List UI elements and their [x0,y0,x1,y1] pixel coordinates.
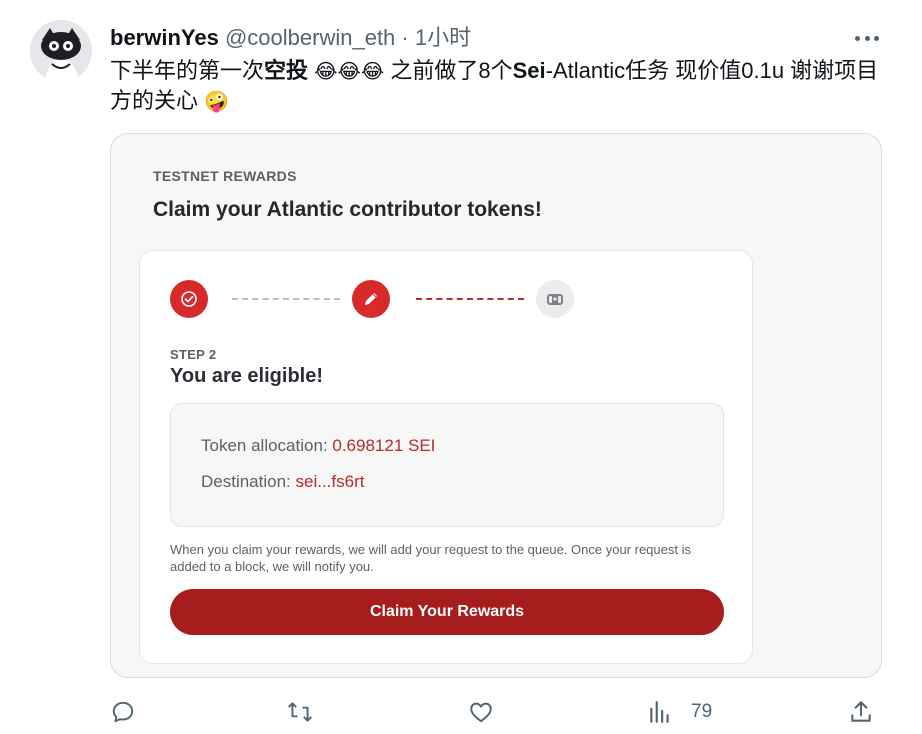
step-1-complete [170,280,208,318]
like-button[interactable] [468,698,494,726]
share-icon [851,701,871,722]
claim-rewards-button[interactable]: Claim Your Rewards [170,589,724,635]
user-handle[interactable]: @coolberwin_eth [225,25,395,50]
cat-avatar-icon [30,20,92,82]
queue-notice: When you claim your rewards, we will add… [170,542,691,574]
allocation-row: Token allocation: 0.698121 SEI [201,436,435,456]
treasure-chest-icon [547,294,563,305]
step-connector-active [416,298,524,300]
retweet-icon [288,702,312,722]
timestamp[interactable]: 1小时 [415,25,471,50]
eligibility-details: Token allocation: 0.698121 SEI Destinati… [170,403,724,527]
allocation-value: 0.698121 SEI [332,436,436,455]
tweet-header: berwinYes @coolberwin_eth · 1小时 [110,24,471,52]
step-3-pending [536,280,574,318]
views-button[interactable]: 79 [647,698,712,726]
heart-icon [470,702,492,723]
embedded-image-card[interactable]: TESTNET REWARDS Claim your Atlantic cont… [110,133,882,678]
allocation-label: Token allocation: [201,436,333,455]
separator-dot: · [401,25,409,50]
text-bold: 空投 [264,58,309,83]
pencil-icon [365,293,377,305]
more-dot-icon [864,35,870,41]
tweet-text: 下半年的第一次空投 😂😂😂 之前做了8个Sei-Atlantic任务 现价值0.… [110,56,900,116]
claim-panel: STEP 2 You are eligible! Token allocatio… [139,250,753,664]
card-title: Claim your Atlantic contributor tokens! [153,198,542,221]
zany-emoji: 🤪 [204,89,230,113]
avatar[interactable] [30,20,92,82]
reply-icon [112,701,134,723]
destination-row: Destination: sei...fs6rt [201,472,364,492]
step-label: STEP 2 [170,347,217,362]
text-part: 之前做了8个 [384,58,513,83]
check-icon [181,291,197,307]
step-connector [232,298,340,300]
text-part: 下半年的第一次 [110,58,265,83]
laugh-emoji: 😂😂😂 [314,59,385,83]
more-dot-icon [855,35,860,41]
reply-button[interactable] [110,698,136,726]
destination-label: Destination: [201,472,296,491]
views-chart-icon [650,701,669,723]
destination-value: sei...fs6rt [295,472,365,491]
more-options-button[interactable] [852,26,882,50]
text-bold: Sei [512,58,546,83]
more-dot-icon [874,35,879,41]
step-2-current [352,280,390,318]
card-eyebrow: TESTNET REWARDS [153,168,297,184]
views-count: 79 [691,701,713,722]
tweet[interactable]: berwinYes @coolberwin_eth · 1小时 下半年的第一次空… [0,0,922,734]
retweet-button[interactable] [287,698,313,726]
share-button[interactable] [848,698,874,726]
step-title: You are eligible! [170,365,323,387]
display-name[interactable]: berwinYes [110,25,219,50]
